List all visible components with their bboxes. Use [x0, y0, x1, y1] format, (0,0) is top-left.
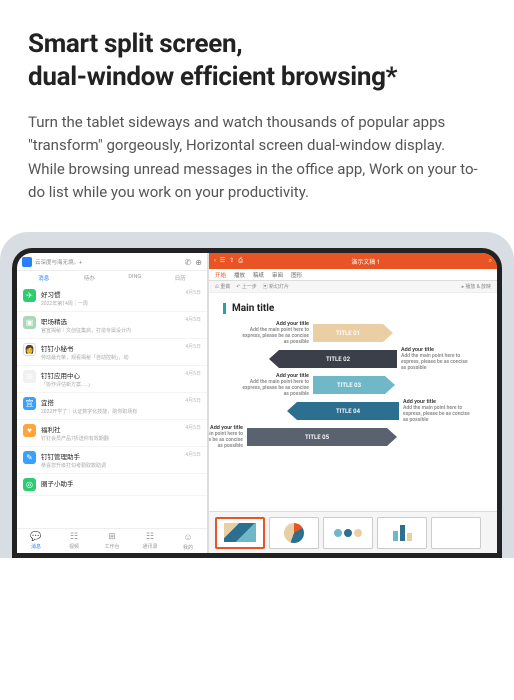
menu-play[interactable]: 播放 — [234, 271, 245, 279]
list-item[interactable]: ✈ 好习惯2022年第14周｜一周 4月5日 — [17, 285, 207, 312]
left-app-header: 云深度与海无境。+ ✆ ⊕ — [17, 253, 207, 271]
tool-undo[interactable]: ↶ 上一步 — [236, 283, 256, 290]
search-icon[interactable]: ⌕ — [489, 257, 492, 265]
tab-ding[interactable]: DING — [113, 274, 157, 282]
thumbnail-4[interactable] — [377, 517, 427, 549]
nav-me[interactable]: ☺我的 — [169, 532, 207, 551]
arrow-1: TITLE 01 Add your titleAdd the main poin… — [313, 322, 393, 344]
arrow-2: TITLE 02 Add your titleAdd the main poin… — [269, 348, 397, 370]
list-item[interactable]: ♥ 福利社钉钉会员产品7折送你有效期翻 4月5日 — [17, 420, 207, 447]
menu-shape[interactable]: 图形 — [291, 271, 302, 279]
workspace-title[interactable]: 云深度与海无境。+ — [35, 258, 182, 266]
arrow-diagram: TITLE 01 Add your titleAdd the main poin… — [223, 322, 483, 462]
add-icon[interactable]: ⊕ — [195, 258, 202, 267]
list-item[interactable]: ◎ 圈子小助手 — [17, 474, 207, 496]
list-item[interactable]: 👩 钉钉小秘书劳动最光荣，观看揭秘「自动控制」，动 4月5日 — [17, 339, 207, 366]
thumbnail-3[interactable] — [323, 517, 373, 549]
app-logo-icon — [22, 257, 32, 267]
thumbnail-1[interactable] — [215, 517, 265, 549]
tool-present[interactable]: ▸ 播放 & 放映 — [462, 283, 491, 290]
tab-todo[interactable]: 待办 — [68, 274, 112, 282]
tab-calendar[interactable]: 日历 — [159, 274, 203, 282]
slide-canvas[interactable]: Main title TITLE 01 Add your titleAdd th… — [209, 293, 497, 511]
tool-newslide[interactable]: ▣ 新幻灯片 — [263, 283, 289, 290]
nav-contacts[interactable]: ☷通讯录 — [131, 532, 169, 551]
page-heading: Smart split screen,dual-window efficient… — [28, 28, 486, 93]
presentation-toolbar: ⎌ 重做 ↶ 上一步 ▣ 新幻灯片 ▸ 播放 & 放映 — [209, 281, 497, 293]
left-app-panel: 云深度与海无境。+ ✆ ⊕ 消息 待办 DING 日历 ✈ 好习惯2022年第1… — [17, 253, 209, 553]
presentation-titlebar: ‹ ☰ ⇪ ⎙ 演示文稿 1 ⌕ — [209, 253, 497, 269]
bottom-nav: 💬消息 ☷视频 ⊞工作台 ☷通讯录 ☺我的 — [17, 528, 207, 553]
tool-redo[interactable]: ⎌ 重做 — [215, 283, 230, 290]
list-item[interactable]: ▣ 职场精选官宣揭秘｜文创征集启，打造专属设计内 4月5日 — [17, 312, 207, 339]
tablet-device: 云深度与海无境。+ ✆ ⊕ 消息 待办 DING 日历 ✈ 好习惯2022年第1… — [0, 232, 514, 558]
right-app-panel: ‹ ☰ ⇪ ⎙ 演示文稿 1 ⌕ 开始 播放 稿纸 审阅 图形 ⎌ 重做 ↶ 上… — [209, 253, 497, 553]
arrow-4: TITLE 04 Add your titleAdd the main poin… — [287, 400, 399, 422]
page-description: Turn the tablet sideways and watch thous… — [28, 111, 478, 204]
menu-paper[interactable]: 稿纸 — [253, 271, 264, 279]
message-list: ✈ 好习惯2022年第14周｜一周 4月5日▣ 职场精选官宣揭秘｜文创征集启，打… — [17, 285, 207, 528]
back-icon[interactable]: ‹ — [214, 257, 216, 265]
nav-video[interactable]: ☷视频 — [55, 532, 93, 551]
call-icon[interactable]: ✆ — [185, 258, 192, 267]
list-item[interactable]: ✎ 钉钉管理助手恭喜您升级打勾考勤取数助调 4月5日 — [17, 447, 207, 474]
list-item[interactable]: 宜 宜搭2022开学了｜认证数字化技能，助你职场有 4月5日 — [17, 393, 207, 420]
menu-review[interactable]: 审阅 — [272, 271, 283, 279]
file-icon[interactable]: ☰ — [220, 257, 225, 265]
nav-work[interactable]: ⊞工作台 — [93, 532, 131, 551]
menu-start[interactable]: 开始 — [215, 271, 226, 279]
thumbnail-5[interactable] — [431, 517, 481, 549]
thumbnail-2[interactable] — [269, 517, 319, 549]
left-tabs: 消息 待办 DING 日历 — [17, 271, 207, 285]
arrow-3: TITLE 03 Add your titleAdd the main poin… — [313, 374, 395, 396]
tab-messages[interactable]: 消息 — [22, 274, 66, 282]
share-icon[interactable]: ⇪ — [229, 257, 234, 265]
nav-messages[interactable]: 💬消息 — [17, 532, 55, 551]
presentation-menu: 开始 播放 稿纸 审阅 图形 — [209, 269, 497, 281]
slide-thumbnails — [209, 511, 497, 553]
slide-main-title: Main title — [223, 303, 483, 314]
document-title: 演示文稿 1 — [243, 257, 489, 266]
arrow-5: TITLE 05 Add your titleAdd the main poin… — [247, 426, 397, 448]
list-item[interactable]: ⊞ 钉钉应用中心「协作评估新方案……」 4月5日 — [17, 366, 207, 393]
